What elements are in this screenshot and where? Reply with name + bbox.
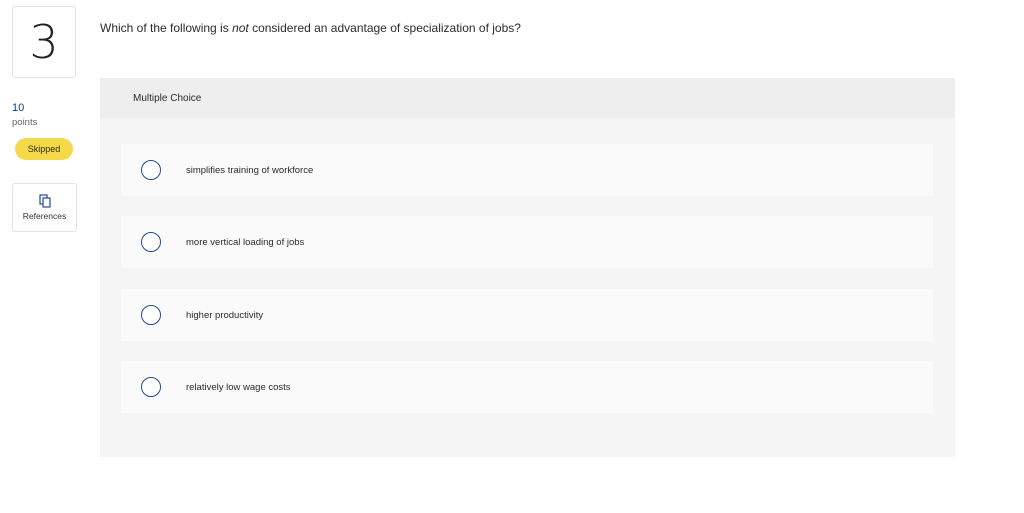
references-button[interactable]: References [12,183,77,232]
choice-option[interactable]: simplifies training of workforce [121,144,933,196]
question-number-box: 3 [12,6,76,78]
question-text: Which of the following is not considered… [100,21,521,35]
question-text-after: considered an advantage of specializatio… [248,21,521,35]
radio-button[interactable] [141,160,161,180]
multiple-choice-panel: Multiple Choice simplifies training of w… [100,78,955,457]
choice-option[interactable]: higher productivity [121,289,933,341]
radio-button[interactable] [141,305,161,325]
multiple-choice-header: Multiple Choice [100,78,955,118]
points-label: points [12,117,38,128]
references-label: References [22,211,67,221]
status-badge: Skipped [15,138,73,160]
choice-label: relatively low wage costs [186,381,291,393]
radio-button[interactable] [141,377,161,397]
question-text-before: Which of the following is [100,21,233,35]
choice-label: higher productivity [186,309,264,321]
choice-label: simplifies training of workforce [186,164,314,176]
choice-option[interactable]: more vertical loading of jobs [121,216,933,268]
copy-icon [38,194,52,208]
radio-button[interactable] [141,232,161,252]
points-value: 10 [12,102,25,114]
choice-option[interactable]: relatively low wage costs [121,361,933,413]
question-text-emphasis: not [232,21,249,35]
choice-label: more vertical loading of jobs [186,236,305,248]
question-number: 3 [29,15,59,69]
